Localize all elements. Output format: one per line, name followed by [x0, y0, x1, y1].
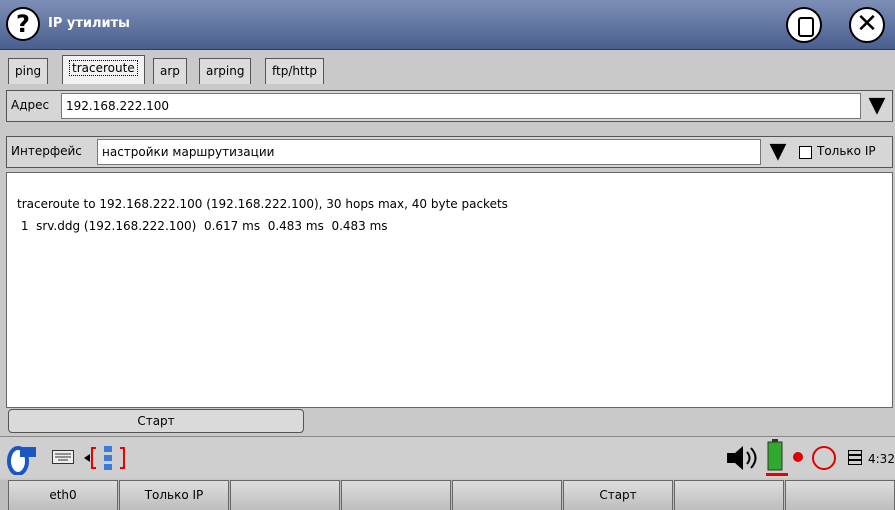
softkey-eth0[interactable]: eth0 — [8, 480, 118, 510]
address-input[interactable]: 192.168.222.100 — [61, 93, 861, 119]
window-title: IP утилиты — [48, 16, 130, 31]
interface-row: Интерфейс настройки маршрутизации ▼ Толь… — [6, 136, 893, 168]
tab-ping[interactable]: ping — [8, 58, 49, 84]
address-label: Адрес — [11, 98, 50, 112]
system-tray: 4:32 — [0, 436, 895, 478]
tab-arp[interactable]: arp — [153, 58, 187, 84]
interface-dropdown-icon[interactable]: ▼ — [763, 140, 793, 164]
tab-ftp-http[interactable]: ftp/http — [265, 58, 325, 84]
storage-icon — [848, 450, 862, 465]
tab-arping[interactable]: arping — [199, 58, 252, 84]
interface-select[interactable]: настройки маршрутизации — [97, 139, 761, 165]
app-logo-icon[interactable] — [4, 441, 44, 475]
address-dropdown-icon[interactable]: ▼ — [862, 94, 892, 118]
softkey-5[interactable] — [452, 480, 562, 510]
interface-label: Интерфейс — [11, 144, 82, 158]
start-bar: Старт — [6, 408, 893, 434]
softkey-start[interactable]: Старт — [563, 480, 673, 510]
speaker-icon[interactable] — [725, 443, 759, 473]
ip-only-checkbox[interactable] — [799, 146, 812, 159]
softkey-7[interactable] — [674, 480, 784, 510]
ip-only-label: Только IP — [817, 144, 876, 158]
power-icon[interactable] — [810, 443, 838, 473]
traceroute-output: traceroute to 192.168.222.100 (192.168.2… — [6, 172, 893, 408]
softkey-ip-only[interactable]: Только IP — [119, 480, 229, 510]
start-button[interactable]: Старт — [8, 409, 304, 433]
clock: 4:32 — [868, 452, 895, 466]
address-row: Адрес 192.168.222.100 ▼ — [6, 90, 893, 122]
close-button[interactable]: ✕ — [849, 7, 885, 43]
record-indicator-icon — [793, 452, 803, 462]
maximize-button[interactable] — [786, 7, 822, 43]
softkey-bar: eth0 Только IP Старт — [0, 480, 895, 510]
softkey-8[interactable] — [785, 480, 895, 510]
output-line: traceroute to 192.168.222.100 (192.168.2… — [17, 197, 508, 211]
softkey-3[interactable] — [230, 480, 340, 510]
output-line: 1 srv.ddg (192.168.222.100) 0.617 ms 0.4… — [17, 219, 388, 233]
keyboard-icon[interactable] — [52, 450, 74, 464]
network-icon[interactable] — [80, 444, 140, 472]
title-bar: ? IP утилиты ✕ — [0, 0, 895, 50]
help-icon[interactable]: ? — [6, 7, 40, 41]
battery-icon — [766, 439, 788, 476]
softkey-4[interactable] — [341, 480, 451, 510]
tab-bar: ping traceroute arp arping ftp/http — [0, 52, 895, 84]
tab-traceroute[interactable]: traceroute — [62, 55, 145, 84]
